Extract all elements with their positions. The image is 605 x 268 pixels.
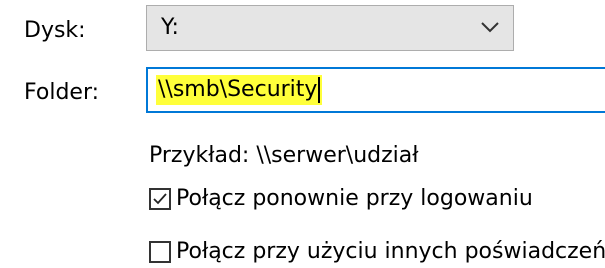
reconnect-checkbox-label[interactable]: Połącz ponownie przy logowaniu xyxy=(176,185,533,213)
other-credentials-checkbox[interactable] xyxy=(149,241,171,263)
reconnect-checkbox[interactable] xyxy=(149,188,171,210)
folder-example-hint: Przykład: \\serwer\udział xyxy=(149,143,419,168)
drive-select-value: Y: xyxy=(161,15,179,40)
checkmark-icon xyxy=(153,193,167,205)
folder-label: Folder: xyxy=(24,80,100,105)
folder-input[interactable]: \\smb\Security xyxy=(146,67,605,113)
drive-select[interactable]: Y: xyxy=(146,5,514,51)
text-caret xyxy=(318,77,321,103)
drive-label: Dysk: xyxy=(24,18,86,43)
other-credentials-checkbox-label[interactable]: Połącz przy użyciu innych poświadczeń xyxy=(176,238,605,266)
folder-input-value-highlight: \\smb\Security xyxy=(156,75,323,105)
folder-input-value: \\smb\Security xyxy=(158,77,318,102)
chevron-down-icon xyxy=(481,22,499,33)
